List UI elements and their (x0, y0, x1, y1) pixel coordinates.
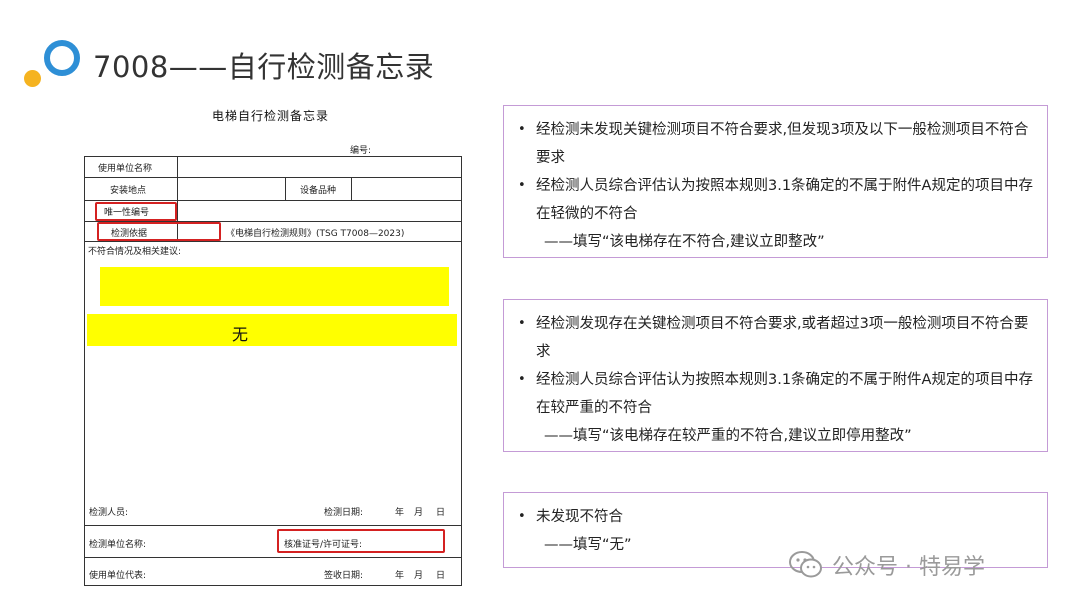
form-col-divider (351, 177, 352, 200)
form-number-label: 编号: (350, 146, 372, 156)
bullet-item: 未发现不符合 (508, 503, 1039, 531)
cell-sign-date: 签收日期: (324, 571, 364, 581)
cell-inspect-date: 检测日期: (324, 508, 364, 518)
cell-year: 年 (395, 508, 405, 518)
highlight-license (277, 529, 445, 553)
form-row-divider (84, 200, 462, 201)
cell-basis-value: 《电梯自行检测规则》(TSG T7008—2023) (226, 229, 405, 239)
form-row-divider (84, 241, 462, 242)
watermark: 公众号 · 特易学 (788, 549, 985, 581)
highlight-basis (97, 222, 221, 241)
bullet-item: 经检测发现存在关键检测项目不符合要求,或者超过3项一般检测项目不符合要求 (508, 310, 1039, 366)
fill-instruction: ——填写“该电梯存在不符合,建议立即整改” (544, 234, 825, 250)
cell-day: 日 (436, 508, 446, 518)
form-title: 电梯自行检测备忘录 (212, 109, 330, 123)
slide-title: 7008——自行检测备忘录 (93, 50, 435, 84)
cell-month: 月 (414, 571, 424, 581)
bullet-item: 经检测人员综合评估认为按照本规则3.1条确定的不属于附件A规定的项目中存在轻微的… (508, 172, 1039, 228)
cell-inspector: 检测人员: (89, 508, 129, 518)
bullet-item: 经检测未发现关键检测项目不符合要求,但发现3项及以下一般检测项目不符合要求 (508, 116, 1039, 172)
cell-nonconformity: 不符合情况及相关建议: (88, 247, 182, 257)
wechat-icon (789, 551, 822, 578)
cell-equipment-type: 设备品种 (300, 186, 337, 196)
none-text: 无 (232, 325, 249, 344)
fill-instruction: ——填写“该电梯存在较严重的不符合,建议立即停用整改” (544, 428, 912, 444)
explanation-box-1: 经检测未发现关键检测项目不符合要求,但发现3项及以下一般检测项目不符合要求 经检… (503, 105, 1048, 258)
form-col-divider (285, 177, 286, 200)
cell-year: 年 (395, 571, 405, 581)
explanation-box-2: 经检测发现存在关键检测项目不符合要求,或者超过3项一般检测项目不符合要求 经检测… (503, 299, 1048, 452)
cell-unit-name: 检测单位名称: (89, 540, 147, 550)
logo-dot-icon (24, 70, 41, 87)
cell-install-location: 安装地点 (110, 186, 147, 196)
cell-month: 月 (414, 508, 424, 518)
form-row-divider (84, 557, 462, 558)
form-row-divider (84, 177, 462, 178)
highlight-yellow-none (87, 314, 457, 346)
bullet-item: 经检测人员综合评估认为按照本规则3.1条确定的不属于附件A规定的项目中存在较严重… (508, 366, 1039, 422)
watermark-text: 公众号 · 特易学 (832, 555, 985, 580)
cell-use-rep: 使用单位代表: (89, 571, 147, 581)
highlight-yellow-band (100, 267, 449, 306)
logo-ring-icon (44, 40, 80, 76)
highlight-unique-id (95, 202, 177, 221)
form-row-divider (84, 525, 462, 526)
cell-day: 日 (436, 571, 446, 581)
cell-use-unit-name: 使用单位名称 (98, 164, 153, 174)
